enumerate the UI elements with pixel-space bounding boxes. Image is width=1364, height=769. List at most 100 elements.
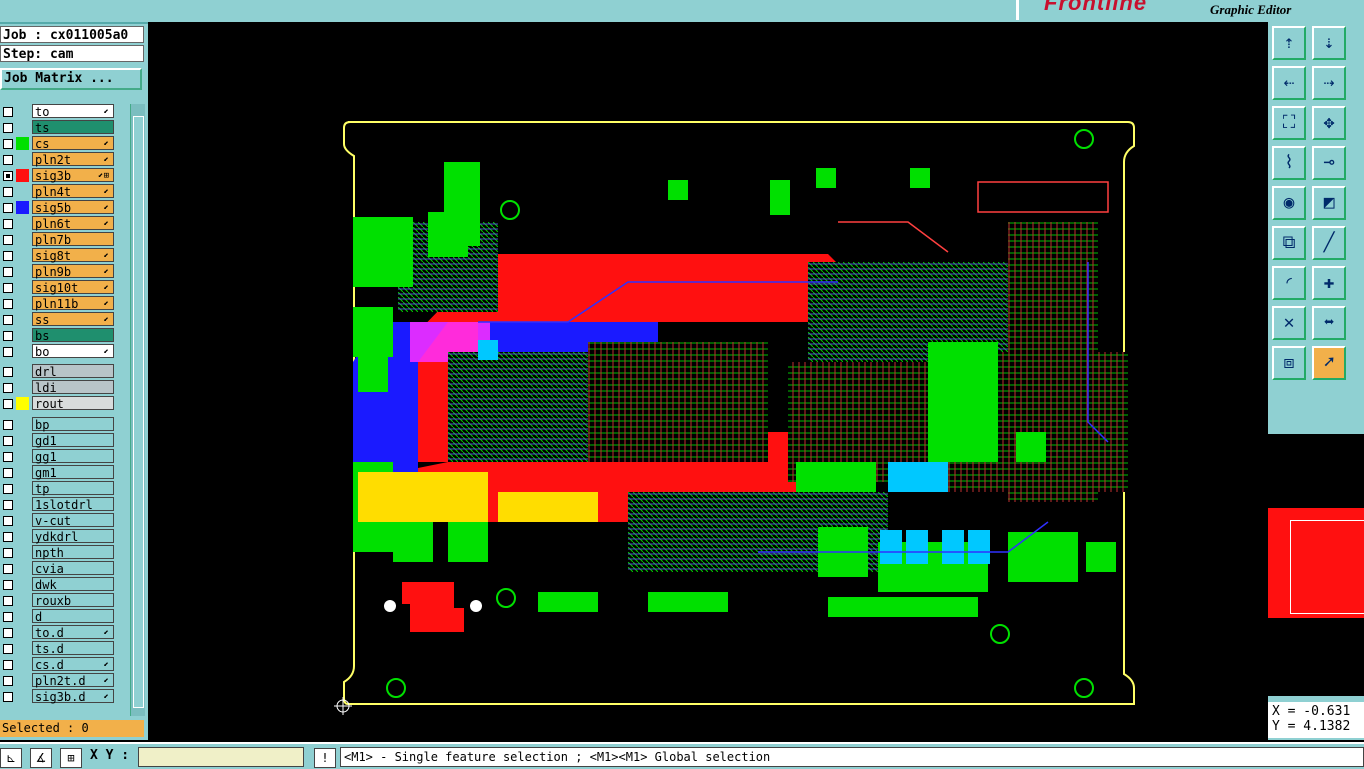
layer-name[interactable]: v-cut — [32, 513, 114, 528]
layer-color-swatch[interactable] — [16, 418, 29, 431]
layer-row[interactable]: sig8t ⬋ — [0, 248, 118, 263]
right-button[interactable]: ⇢ — [1312, 66, 1346, 100]
layer-name[interactable]: cs ⬋ — [32, 136, 114, 151]
layer-row[interactable]: pln11b ⬋ — [0, 296, 118, 311]
layer-name[interactable]: 1slotdrl — [32, 497, 114, 512]
layer-checkbox[interactable] — [3, 452, 13, 462]
layer-color-swatch[interactable] — [16, 121, 29, 134]
layer-color-swatch[interactable] — [16, 674, 29, 687]
layer-name[interactable]: gd1 — [32, 433, 114, 448]
layer-row[interactable]: to ⬋ — [0, 104, 118, 119]
layer-checkbox[interactable] — [3, 171, 13, 181]
layer-name[interactable]: pln4t ⬋ — [32, 184, 114, 199]
layer-name[interactable]: sig8t ⬋ — [32, 248, 114, 263]
layer-checkbox[interactable] — [3, 251, 13, 261]
layer-color-swatch[interactable] — [16, 498, 29, 511]
layer-name[interactable]: to ⬋ — [32, 104, 114, 119]
layer-checkbox[interactable] — [3, 660, 13, 670]
layer-name[interactable]: drl — [32, 364, 114, 379]
layer-name[interactable]: ydkdrl — [32, 529, 114, 544]
layer-color-swatch[interactable] — [16, 265, 29, 278]
layer-checkbox[interactable] — [3, 644, 13, 654]
layer-color-swatch[interactable] — [16, 594, 29, 607]
layer-color-swatch[interactable] — [16, 434, 29, 447]
layer-name[interactable]: bo ⬋ — [32, 344, 114, 359]
move-button[interactable]: ⬌ — [1312, 306, 1346, 340]
grid-button[interactable]: ⊞ — [60, 748, 82, 768]
snap-button[interactable]: ◉ — [1272, 186, 1306, 220]
layer-row[interactable]: bp — [0, 417, 118, 432]
layer-row[interactable]: pln9b ⬋ — [0, 264, 118, 279]
layer-checkbox[interactable] — [3, 399, 13, 409]
layer-row[interactable]: npth — [0, 545, 118, 560]
layer-name[interactable]: to.d ⬋ — [32, 625, 114, 640]
layer-row[interactable]: sig3b.d ⬋ — [0, 689, 118, 704]
layer-name[interactable]: pln2t ⬋ — [32, 152, 114, 167]
layer-row[interactable]: v-cut — [0, 513, 118, 528]
layer-name[interactable]: ss ⬋ — [32, 312, 114, 327]
pad-button[interactable]: ⧉ — [1272, 226, 1306, 260]
layer-name[interactable]: pln11b ⬋ — [32, 296, 114, 311]
layer-color-swatch[interactable] — [16, 233, 29, 246]
add-button[interactable]: ✚ — [1312, 266, 1346, 300]
layer-row[interactable]: cvia — [0, 561, 118, 576]
layer-color-swatch[interactable] — [16, 626, 29, 639]
layer-color-swatch[interactable] — [16, 217, 29, 230]
layer-row[interactable]: ss ⬋ — [0, 312, 118, 327]
layer-row[interactable]: ts — [0, 120, 118, 135]
layer-row[interactable]: ydkdrl — [0, 529, 118, 544]
layer-row[interactable]: pln2t ⬋ — [0, 152, 118, 167]
layer-row[interactable]: rouxb — [0, 593, 118, 608]
ruler-button[interactable]: ⊸ — [1312, 146, 1346, 180]
layer-row[interactable]: sig3b ⬋⊞ — [0, 168, 118, 183]
layer-name[interactable]: pln2t.d ⬋ — [32, 673, 114, 688]
layer-checkbox[interactable] — [3, 436, 13, 446]
layer-color-swatch[interactable] — [16, 201, 29, 214]
layer-name[interactable]: pln9b ⬋ — [32, 264, 114, 279]
layer-checkbox[interactable] — [3, 516, 13, 526]
layer-checkbox[interactable] — [3, 692, 13, 702]
layer-color-swatch[interactable] — [16, 546, 29, 559]
layer-checkbox[interactable] — [3, 331, 13, 341]
bottom-view-button[interactable]: ⇣ — [1312, 26, 1346, 60]
layer-row[interactable]: 1slotdrl — [0, 497, 118, 512]
layer-row[interactable]: gd1 — [0, 433, 118, 448]
angle-button[interactable]: ∡ — [30, 748, 52, 768]
layer-checkbox[interactable] — [3, 203, 13, 213]
layer-checkbox[interactable] — [3, 139, 13, 149]
pcb-view[interactable] — [148, 22, 1268, 740]
layer-color-swatch[interactable] — [16, 345, 29, 358]
layer-name[interactable]: sig5b ⬋ — [32, 200, 114, 215]
layer-name[interactable]: pln6t ⬋ — [32, 216, 114, 231]
snap-button[interactable]: ⊾ — [0, 748, 22, 768]
layer-color-swatch[interactable] — [16, 397, 29, 410]
layer-color-swatch[interactable] — [16, 137, 29, 150]
layer-color-swatch[interactable] — [16, 530, 29, 543]
layer-checkbox[interactable] — [3, 548, 13, 558]
job-matrix-button[interactable]: Job Matrix ... — [0, 68, 142, 90]
layer-row[interactable]: pln6t ⬋ — [0, 216, 118, 231]
layer-row[interactable]: tp — [0, 481, 118, 496]
layer-name[interactable]: npth — [32, 545, 114, 560]
layer-name[interactable]: dwk — [32, 577, 114, 592]
layer-name[interactable]: cvia — [32, 561, 114, 576]
layer-color-swatch[interactable] — [16, 578, 29, 591]
layer-color-swatch[interactable] — [16, 281, 29, 294]
layer-row[interactable]: cs.d ⬋ — [0, 657, 118, 672]
layer-checkbox[interactable] — [3, 580, 13, 590]
layer-row[interactable]: drl — [0, 364, 118, 379]
layer-row[interactable]: ts.d — [0, 641, 118, 656]
layer-name[interactable]: sig10t ⬋ — [32, 280, 114, 295]
layer-color-swatch[interactable] — [16, 249, 29, 262]
layer-name[interactable]: cs.d ⬋ — [32, 657, 114, 672]
layer-row[interactable]: dwk — [0, 577, 118, 592]
layer-name[interactable]: tp — [32, 481, 114, 496]
fit-button[interactable]: ⛶ — [1272, 106, 1306, 140]
layer-checkbox[interactable] — [3, 347, 13, 357]
layer-color-swatch[interactable] — [16, 482, 29, 495]
layer-color-swatch[interactable] — [16, 514, 29, 527]
layer-color-swatch[interactable] — [16, 105, 29, 118]
overview-viewport[interactable] — [1290, 520, 1364, 614]
layer-color-swatch[interactable] — [16, 313, 29, 326]
layer-name[interactable]: ts.d — [32, 641, 114, 656]
